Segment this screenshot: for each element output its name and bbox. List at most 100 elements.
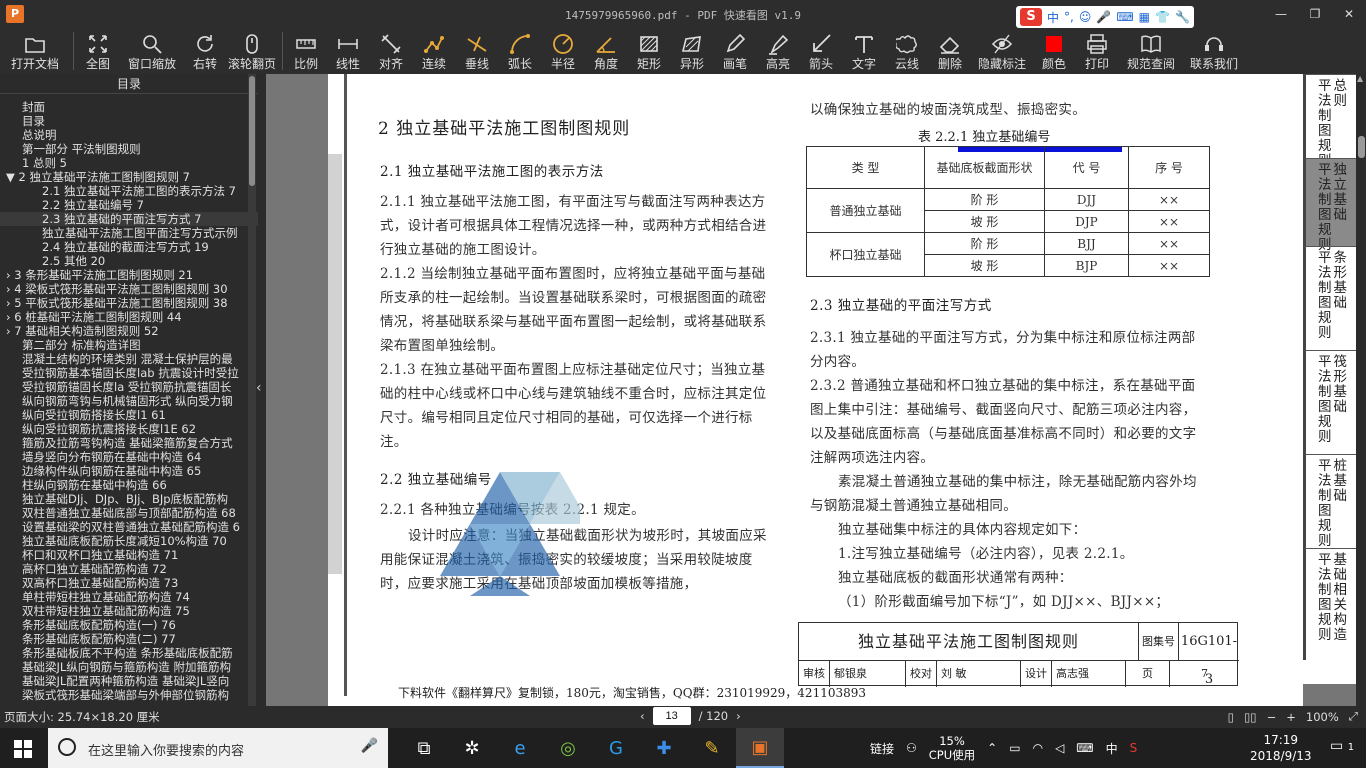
ime-punct[interactable]: °, bbox=[1064, 10, 1074, 24]
chapter-tab[interactable]: 平法制图规则条形基础 bbox=[1303, 246, 1358, 350]
toc-item[interactable]: 总说明 bbox=[0, 128, 258, 142]
toc-item[interactable]: 杯口和双杯口独立基础构造 71 bbox=[0, 548, 258, 562]
prev-page-icon[interactable]: ‹ bbox=[640, 709, 645, 723]
toc-item[interactable]: 单柱带短柱独立基础配筋构造 74 bbox=[0, 590, 258, 604]
toc-item[interactable]: 独立基础底板配筋长度减短10%构造 70 bbox=[0, 534, 258, 548]
single-page-icon[interactable]: ▯ bbox=[1228, 710, 1234, 724]
viewer-scroll-thumb[interactable] bbox=[1358, 136, 1365, 158]
voice-icon[interactable]: 🎤 bbox=[1096, 10, 1111, 24]
chapter-tab[interactable]: 平法制图规则基础相关构造 bbox=[1303, 548, 1358, 660]
toolbar-rotate-button[interactable]: 右转 bbox=[185, 28, 225, 74]
toc-item[interactable]: 独立基础DJj、DJp、BJj、BJp底板配筋构 bbox=[0, 492, 258, 506]
toc-item[interactable]: 双柱普通独立基础底部与顶部配筋构造 68 bbox=[0, 506, 258, 520]
toc-item[interactable]: › 7 基础相关构造制图规则 52 bbox=[0, 324, 258, 338]
sogou-tray-icon[interactable]: S bbox=[1130, 741, 1138, 755]
toolbar-cloud-button[interactable]: 云线 bbox=[886, 28, 928, 74]
keyboard-tray-icon[interactable]: ⌨ bbox=[1076, 741, 1093, 755]
taskbar-search[interactable]: 在这里输入你要搜索的内容 🎤 bbox=[48, 728, 388, 768]
people-icon[interactable]: ⚇ bbox=[906, 741, 917, 755]
volume-icon[interactable]: ◁ bbox=[1055, 741, 1064, 755]
toolbar-color-button[interactable]: 颜色 bbox=[1032, 28, 1076, 74]
toc-item[interactable]: › 4 梁板式筏形基础平法施工图制图规则 30 bbox=[0, 282, 258, 296]
toc-item[interactable]: 混凝土结构的环境类别 混凝土保护层的最 bbox=[0, 352, 258, 366]
toc-item[interactable]: 第二部分 标准构造详图 bbox=[0, 338, 258, 352]
toc-scrollbar[interactable] bbox=[248, 74, 256, 706]
chapter-tab[interactable]: 平法制图规则总则 bbox=[1303, 74, 1358, 169]
toolbar-arc-button[interactable]: 弧长 bbox=[498, 28, 542, 74]
scroll-up-icon[interactable]: ▲ bbox=[1357, 74, 1363, 83]
zoom-level[interactable]: 100% bbox=[1306, 710, 1339, 724]
toolbar-eraser-button[interactable]: 删除 bbox=[928, 28, 972, 74]
toc-item[interactable]: 梁板式筏形基础梁端部与外伸部位钢筋构 bbox=[0, 688, 258, 702]
next-page-icon[interactable]: › bbox=[736, 709, 741, 723]
toc-item[interactable]: 1 总则 5 bbox=[0, 156, 258, 170]
toolbar-book-button[interactable]: 规范查阅 bbox=[1118, 28, 1184, 74]
app-plus-icon[interactable]: ✚ bbox=[640, 728, 688, 768]
toc-item[interactable]: 2.5 其他 20 bbox=[0, 254, 258, 268]
fullscreen-icon[interactable]: ⤢ bbox=[1349, 709, 1358, 724]
tools-icon[interactable]: 🔧 bbox=[1175, 10, 1190, 24]
toolbar-perpendicular-button[interactable]: 垂线 bbox=[456, 28, 498, 74]
toc-item[interactable]: 受拉钢筋锚固长度la 受拉钢筋抗震锚固长 bbox=[0, 380, 258, 394]
notes-app-icon[interactable]: ✎ bbox=[688, 728, 736, 768]
document-viewer[interactable]: 2 独立基础平法施工图制图规则 2.1 独立基础平法施工图的表示方法 2.1.1… bbox=[266, 74, 1358, 706]
ime-lang[interactable]: 中 bbox=[1047, 9, 1059, 26]
toc-item[interactable]: 条形基础板底不平构造 条形基础底板配筋 bbox=[0, 646, 258, 660]
toc-item[interactable]: 封面 bbox=[0, 100, 258, 114]
pdf-app-icon[interactable]: ▣ bbox=[736, 728, 784, 768]
toc-item[interactable]: 基础梁JL纵向钢筋与箍筋构造 附加箍筋构 bbox=[0, 660, 258, 674]
toolbar-contact-button[interactable]: 联系我们 bbox=[1184, 28, 1244, 74]
toc-item[interactable]: 高杯口独立基础配筋构造 72 bbox=[0, 562, 258, 576]
zoom-in-icon[interactable]: + bbox=[1286, 710, 1296, 724]
toc-item[interactable]: 双柱带短柱独立基础配筋构造 75 bbox=[0, 604, 258, 618]
toc-item[interactable]: 设置基础梁的双柱普通独立基础配筋构造 6 bbox=[0, 520, 258, 534]
task-view-icon[interactable]: ⧉ bbox=[400, 728, 448, 768]
toc-item[interactable]: 纵向钢筋弯钩与机械锚固形式 纵向受力钢 bbox=[0, 394, 258, 408]
toc-item[interactable]: ▼ 2 独立基础平法施工图制图规则 7 bbox=[0, 170, 258, 184]
toc-item[interactable]: 2.2 独立基础编号 7 bbox=[0, 198, 258, 212]
toc-item[interactable]: 第一部分 平法制图规则 bbox=[0, 142, 258, 156]
battery-icon[interactable]: ▭ bbox=[1009, 741, 1020, 755]
tray-expand-icon[interactable]: ⌃ bbox=[987, 741, 997, 755]
chapter-tab[interactable]: 平法制图规则独立基础 bbox=[1303, 158, 1358, 253]
toolbar-scale-button[interactable]: 比例 bbox=[286, 28, 326, 74]
toolbar-folder-button[interactable]: 打开文档 bbox=[0, 28, 70, 74]
toc-scroll-thumb[interactable] bbox=[249, 76, 255, 186]
toc-item[interactable]: › 3 条形基础平法施工图制图规则 21 bbox=[0, 268, 258, 282]
toolbar-hide-button[interactable]: 隐藏标注 bbox=[972, 28, 1032, 74]
link-label[interactable]: 链接 bbox=[870, 740, 894, 757]
apps-icon[interactable]: ▦ bbox=[1139, 10, 1150, 24]
toc-item[interactable]: 受拉钢筋基本锚固长度lab 抗震设计时受拉 bbox=[0, 366, 258, 380]
toolbar-print-button[interactable]: 打印 bbox=[1076, 28, 1118, 74]
toolbar-polygon-button[interactable]: 异形 bbox=[670, 28, 714, 74]
zoom-out-icon[interactable]: − bbox=[1267, 710, 1277, 724]
toc-item[interactable]: 条形基础底板配筋构造(一) 76 bbox=[0, 618, 258, 632]
toc-item[interactable]: 纵向受拉钢筋抗震搭接长度l1E 62 bbox=[0, 422, 258, 436]
toc-item[interactable]: 双高杯口独立基础配筋构造 73 bbox=[0, 576, 258, 590]
toc-item[interactable]: 独立基础平法施工图平面注写方式示例 bbox=[0, 226, 258, 240]
chapter-tab[interactable]: 平法制图规则筏形基础 bbox=[1303, 350, 1358, 454]
toolbar-angle-button[interactable]: 角度 bbox=[584, 28, 628, 74]
toolbar-highlight-button[interactable]: 高亮 bbox=[756, 28, 800, 74]
windows-start-icon[interactable] bbox=[14, 740, 32, 761]
wifi-icon[interactable]: ◠ bbox=[1033, 741, 1043, 755]
toolbar-radius-button[interactable]: 半径 bbox=[542, 28, 584, 74]
toc-item[interactable]: 2.1 独立基础平法施工图的表示方法 7 bbox=[0, 184, 258, 198]
browser-app-icon[interactable]: ◎ bbox=[544, 728, 592, 768]
taskbar-clock[interactable]: 17:19 2018/9/13 bbox=[1250, 732, 1312, 764]
toolbar-zoom-button[interactable]: 窗口缩放 bbox=[119, 28, 185, 74]
toolbar-fit-button[interactable]: 全图 bbox=[77, 28, 119, 74]
notification-icon[interactable]: ▭ 1 bbox=[1330, 738, 1354, 754]
toolbar-align-button[interactable]: 对齐 bbox=[370, 28, 412, 74]
toolbar-text-button[interactable]: 文字 bbox=[842, 28, 886, 74]
emoji-icon[interactable]: ☺ bbox=[1079, 10, 1092, 24]
toc-item[interactable]: › 5 平板式筏形基础平法施工图制图规则 38 bbox=[0, 296, 258, 310]
skin-icon[interactable]: 👕 bbox=[1155, 10, 1170, 24]
toc-item[interactable]: 2.4 独立基础的截面注写方式 19 bbox=[0, 240, 258, 254]
toolbar-pen-button[interactable]: 画笔 bbox=[714, 28, 756, 74]
minimize-icon[interactable]: — bbox=[1264, 0, 1298, 28]
toolbar-arrow-button[interactable]: 箭头 bbox=[800, 28, 842, 74]
toc-item[interactable]: 箍筋及拉筋弯钩构造 基础梁箍筋复合方式 bbox=[0, 436, 258, 450]
toc-item[interactable]: 柱纵向钢筋在基础中构造 66 bbox=[0, 478, 258, 492]
close-icon[interactable]: ✕ bbox=[1332, 0, 1366, 28]
